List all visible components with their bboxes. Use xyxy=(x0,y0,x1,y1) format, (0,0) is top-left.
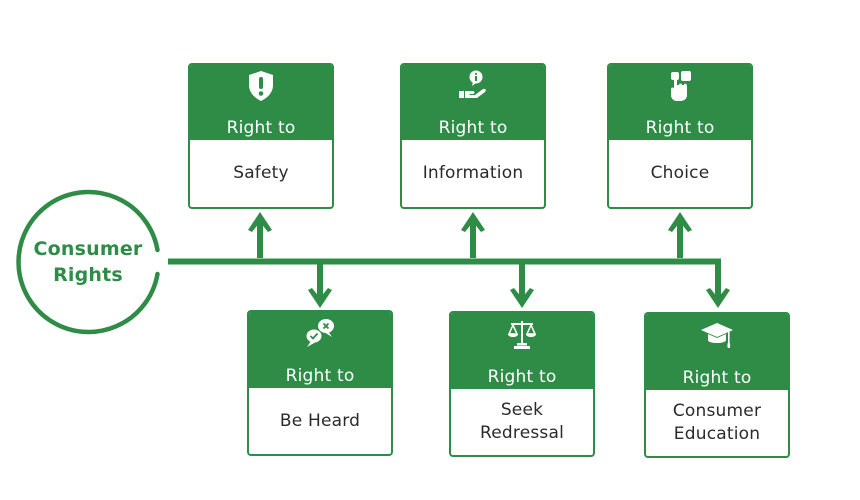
card-label: Be Heard xyxy=(279,410,361,431)
hand-tap-icon xyxy=(671,71,691,101)
card-prefix: Right to xyxy=(438,118,508,138)
chat-bubbles-icon xyxy=(305,319,334,347)
hand-info-icon xyxy=(459,70,486,98)
card-right-to-consumer-education: Right to Consumer Education xyxy=(644,312,790,458)
card-right-to-safety: Right to Safety xyxy=(188,63,334,209)
arrow-up-safety xyxy=(248,212,272,258)
card-prefix: Right to xyxy=(682,368,752,388)
card-right-to-information: Right to Information xyxy=(400,63,546,209)
arrow-up-choice xyxy=(668,212,692,258)
arrow-down-consumer-education xyxy=(706,264,730,308)
card-label: Choice xyxy=(650,163,710,183)
scales-icon xyxy=(507,321,537,349)
card-prefix: Right to xyxy=(487,367,557,387)
shield-exclamation-icon xyxy=(249,71,273,101)
graduation-cap-icon xyxy=(701,323,733,348)
card-prefix: Right to xyxy=(226,118,296,138)
card-prefix: Right to xyxy=(285,366,355,386)
card-label: Information xyxy=(422,163,524,183)
hub-title: Consumer Rights xyxy=(18,236,158,288)
card-label-line1: Seek xyxy=(500,400,544,420)
arrow-up-information xyxy=(461,212,485,258)
card-label-line1: Consumer xyxy=(672,401,762,421)
hub-title-line1: Consumer xyxy=(33,238,143,260)
card-prefix: Right to xyxy=(645,118,715,138)
arrow-down-seek-redressal xyxy=(510,264,534,308)
card-label: Safety xyxy=(233,163,289,183)
card-right-to-choice: Right to Choice xyxy=(607,63,753,209)
card-label-line2: Redressal xyxy=(479,423,565,443)
hub-title-line2: Rights xyxy=(53,264,123,286)
arrow-down-be-heard xyxy=(308,264,332,308)
card-label-line2: Education xyxy=(673,424,761,444)
card-right-to-be-heard: Right to Be Heard xyxy=(247,310,393,456)
card-right-to-seek-redressal: Right to Seek Redressal xyxy=(449,311,595,457)
main-connector-line xyxy=(168,258,721,290)
